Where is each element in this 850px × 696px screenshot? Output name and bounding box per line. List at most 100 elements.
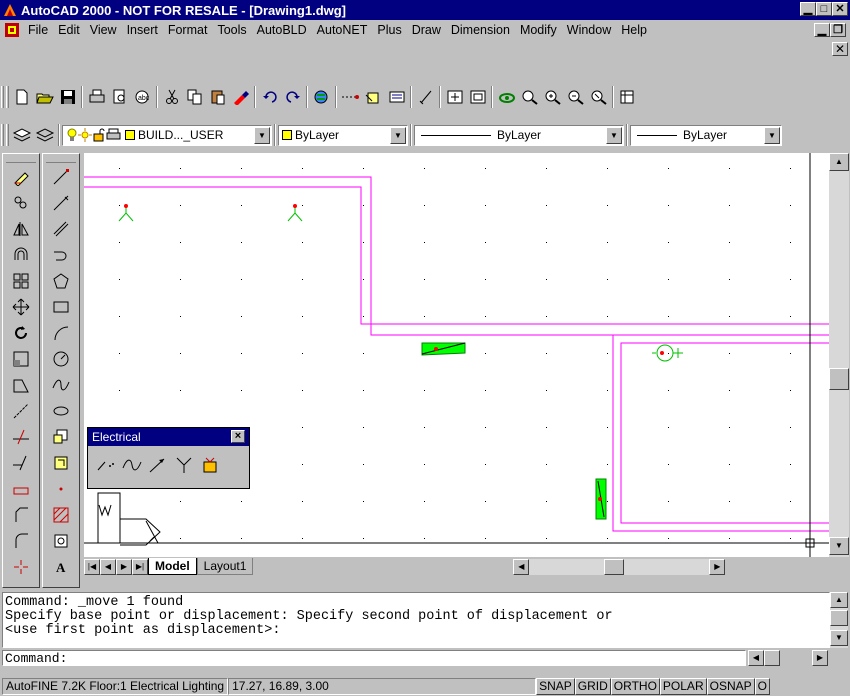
color-combo[interactable]: ByLayer ▼ (278, 124, 408, 146)
mtext-icon[interactable]: A (45, 554, 77, 580)
spline-icon[interactable] (45, 372, 77, 398)
home-run-icon[interactable] (146, 454, 169, 476)
light-fixture-symbol[interactable] (118, 204, 134, 222)
scroll-down-icon[interactable]: ▼ (830, 630, 848, 646)
hscroll-right-icon[interactable]: ▶ (709, 558, 726, 575)
chevron-down-icon[interactable]: ▼ (606, 126, 622, 144)
layer-manager-icon[interactable] (10, 124, 33, 146)
polar-toggle[interactable]: POLAR (659, 678, 707, 695)
electrical-toolbar-title[interactable]: Electrical × (88, 428, 249, 446)
doc-close-button[interactable]: ✕ (832, 42, 848, 56)
preview-icon[interactable] (108, 86, 131, 108)
hscroll-left-icon[interactable]: ◀ (513, 558, 530, 575)
break-icon[interactable] (5, 476, 37, 502)
menu-plus[interactable]: Plus (372, 23, 406, 37)
antenna-icon[interactable] (172, 454, 195, 476)
menu-file[interactable]: File (23, 23, 53, 37)
tab-model[interactable]: Model (148, 558, 197, 575)
fluorescent-fixture[interactable] (421, 342, 466, 356)
tracking-icon[interactable] (339, 86, 362, 108)
chevron-down-icon[interactable]: ▼ (390, 126, 406, 144)
insert-icon[interactable] (362, 86, 385, 108)
menu-format[interactable]: Format (163, 23, 213, 37)
horizontal-scrollbar[interactable] (529, 558, 710, 575)
ellipse-icon[interactable] (45, 398, 77, 424)
menu-edit[interactable]: Edit (53, 23, 85, 37)
menu-view[interactable]: View (85, 23, 122, 37)
ortho-toggle[interactable]: ORTHO (610, 678, 660, 695)
close-icon[interactable]: × (231, 430, 245, 443)
curved-wire-icon[interactable] (120, 454, 143, 476)
minimize-button[interactable]: ▁ (800, 2, 816, 16)
cmd-scroll-right-icon[interactable]: ▶ (812, 650, 828, 666)
layer-combo[interactable]: BUILD..._USER ▼ (62, 124, 272, 146)
lengthen-icon[interactable] (5, 398, 37, 424)
otrack-toggle[interactable]: O (754, 678, 770, 695)
cut-icon[interactable] (160, 86, 183, 108)
scroll-up-icon[interactable]: ▲ (830, 592, 848, 608)
tab-prev-icon[interactable]: ◀ (100, 558, 116, 575)
zoom-all-icon[interactable] (564, 86, 587, 108)
offset-icon[interactable] (5, 242, 37, 268)
tab-next-icon[interactable]: ▶ (116, 558, 132, 575)
polyline-icon[interactable] (45, 242, 77, 268)
save-icon[interactable] (56, 86, 79, 108)
maximize-button[interactable]: □ (816, 2, 832, 16)
panel-icon[interactable] (198, 454, 221, 476)
menu-autobld[interactable]: AutoBLD (252, 23, 312, 37)
line-icon[interactable] (45, 164, 77, 190)
hscroll-thumb[interactable] (604, 558, 625, 575)
chevron-down-icon[interactable]: ▼ (764, 126, 780, 144)
cmd-scroll-thumb[interactable] (764, 650, 780, 666)
menu-autonet[interactable]: AutoNET (312, 23, 373, 37)
xline-icon[interactable] (45, 190, 77, 216)
hatch-icon[interactable] (45, 502, 77, 528)
insert-block-icon[interactable] (45, 424, 77, 450)
receptacle-symbol[interactable] (652, 344, 683, 362)
wire-icon[interactable] (94, 454, 117, 476)
grid-toggle[interactable]: GRID (574, 678, 611, 695)
mirror-icon[interactable] (5, 216, 37, 242)
menu-tools[interactable]: Tools (212, 23, 251, 37)
scroll-thumb[interactable] (829, 368, 849, 390)
osnap-toggle[interactable]: OSNAP (706, 678, 755, 695)
circle-icon[interactable] (45, 346, 77, 372)
array-icon[interactable] (5, 268, 37, 294)
explode-icon[interactable] (5, 554, 37, 580)
dbconnect-icon[interactable] (616, 86, 639, 108)
move-icon[interactable] (5, 294, 37, 320)
copy-object-icon[interactable] (5, 190, 37, 216)
hyperlink-icon[interactable] (310, 86, 333, 108)
layer-previous-icon[interactable] (33, 124, 56, 146)
linetype-combo[interactable]: ByLayer ▼ (414, 124, 624, 146)
rectangle-icon[interactable] (45, 294, 77, 320)
menu-dimension[interactable]: Dimension (446, 23, 515, 37)
matchprop-icon[interactable] (229, 86, 252, 108)
make-block-icon[interactable] (45, 450, 77, 476)
chamfer-icon[interactable] (5, 502, 37, 528)
arc-icon[interactable] (45, 320, 77, 346)
redo-icon[interactable] (281, 86, 304, 108)
scroll-up-icon[interactable]: ▲ (829, 153, 849, 171)
zoom-realtime-icon[interactable] (466, 86, 489, 108)
doc-restore-button[interactable]: ❐ (830, 23, 846, 37)
snap-toggle[interactable]: SNAP (536, 678, 575, 695)
zoom-dynamic-icon[interactable] (587, 86, 610, 108)
tab-last-icon[interactable]: ▶| (132, 558, 148, 575)
zoom-window-icon[interactable] (495, 86, 518, 108)
scroll-down-icon[interactable]: ▼ (829, 537, 849, 555)
scale-icon[interactable] (5, 346, 37, 372)
polygon-icon[interactable] (45, 268, 77, 294)
properties-icon[interactable] (385, 86, 408, 108)
dist-icon[interactable] (414, 86, 437, 108)
spell-icon[interactable]: abc (131, 86, 154, 108)
new-icon[interactable] (10, 86, 33, 108)
document-icon[interactable] (4, 22, 20, 38)
drawing-area[interactable] (84, 153, 829, 565)
extend-icon[interactable] (5, 450, 37, 476)
point-icon[interactable] (45, 476, 77, 502)
command-scroll-thumb[interactable] (830, 610, 848, 626)
pan-icon[interactable] (443, 86, 466, 108)
rotate-icon[interactable] (5, 320, 37, 346)
menu-window[interactable]: Window (562, 23, 616, 37)
